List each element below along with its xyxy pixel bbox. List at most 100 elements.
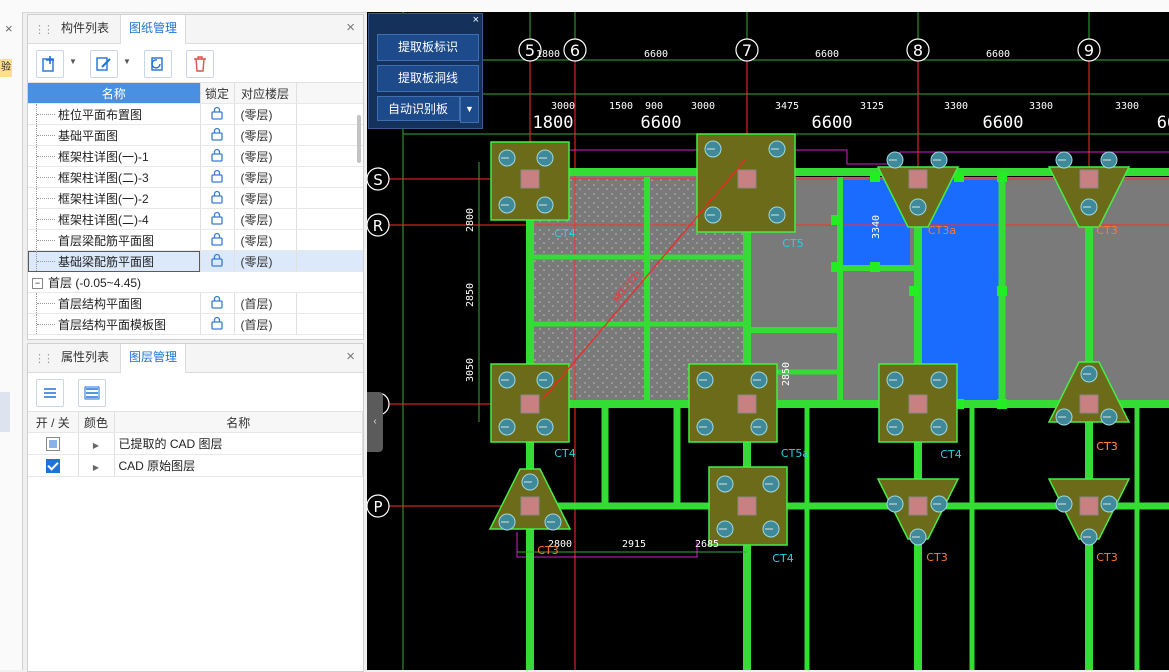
lock-icon[interactable] bbox=[210, 190, 224, 207]
close-icon[interactable]: × bbox=[346, 348, 355, 365]
lock-icon[interactable] bbox=[210, 316, 224, 333]
table-row[interactable]: 首层结构平面模板图 (首层) bbox=[28, 313, 363, 335]
cad-drawing[interactable]: WKL2(2)5 6 7 8 9SRP1800 6600 6600 66003000 1500 9… bbox=[367, 12, 1169, 670]
lock-icon[interactable] bbox=[210, 295, 224, 312]
drawing-name: 基础梁配筋平面图 bbox=[58, 254, 155, 269]
add-drawing-button[interactable] bbox=[36, 50, 64, 78]
collapse-panel-handle[interactable]: ‹ bbox=[367, 392, 383, 452]
close-icon[interactable]: × bbox=[473, 14, 479, 26]
cad-viewport[interactable]: WKL2(2) 5 6 7 8 9 S R P 1800 6600 6600 6600 3000 1500 9… bbox=[367, 12, 1169, 670]
table-row[interactable]: 框架柱详图(二)-3 (零层) bbox=[28, 166, 363, 188]
edit-drawing-button[interactable] bbox=[90, 50, 118, 78]
show-all-layers-button[interactable] bbox=[36, 379, 64, 407]
beam-node bbox=[909, 286, 919, 296]
drawing-name: 基础平面图 bbox=[58, 128, 119, 143]
layer-row[interactable]: ▶ CAD 原始图层 bbox=[28, 454, 363, 477]
drawing-floor: (零层) bbox=[234, 208, 297, 230]
chevron-down-icon[interactable]: ▼ bbox=[460, 96, 479, 123]
row-label: P bbox=[373, 498, 382, 516]
tab-drawing-management[interactable]: 图纸管理 bbox=[120, 15, 187, 44]
tree-group-row[interactable]: − 首层 (-0.05~4.45) bbox=[28, 271, 363, 293]
beam-node bbox=[997, 399, 1007, 409]
table-row[interactable]: 基础梁配筋平面图 (零层) bbox=[28, 250, 363, 272]
table-row[interactable]: 首层结构平面图 (首层) bbox=[28, 292, 363, 314]
group-label: 首层 (-0.05~4.45) bbox=[48, 275, 142, 290]
scrollbar[interactable] bbox=[357, 115, 361, 163]
drawing-floor: (首层) bbox=[234, 292, 297, 314]
table-row[interactable]: 框架柱详图(二)-4 (零层) bbox=[28, 208, 363, 230]
tab-layer-management[interactable]: 图层管理 bbox=[120, 344, 187, 373]
lock-icon[interactable] bbox=[210, 169, 224, 186]
dimension-text: 6600 bbox=[641, 113, 682, 133]
dimension-text: 6600 bbox=[812, 113, 853, 133]
dimension-text: 3000 bbox=[551, 101, 575, 112]
slab-recognition-toolbar: × 提取板标识 提取板洞线 自动识别板 ▼ bbox=[368, 13, 483, 129]
column bbox=[1079, 169, 1099, 189]
tab-property-list[interactable]: 属性列表 bbox=[53, 344, 117, 371]
dimension-text: 900 bbox=[645, 101, 663, 112]
grip-icon[interactable]: ⋮⋮ bbox=[34, 352, 54, 365]
add-drawing-icon bbox=[42, 56, 54, 72]
dimension-text: 6600 bbox=[986, 49, 1010, 60]
column bbox=[737, 496, 757, 516]
table-row[interactable]: 首层梁配筋平面图 (零层) bbox=[28, 229, 363, 251]
extract-slab-hole-button[interactable]: 提取板洞线 bbox=[377, 65, 479, 92]
trash-icon bbox=[194, 56, 206, 72]
column-name[interactable]: 名称 bbox=[28, 83, 201, 104]
lock-icon[interactable] bbox=[210, 232, 224, 249]
expand-icon[interactable]: ▶ bbox=[93, 441, 99, 450]
chevron-down-icon[interactable]: ▼ bbox=[69, 57, 77, 66]
cap-label: CT3 bbox=[537, 544, 558, 557]
drawing-floor: (零层) bbox=[234, 124, 297, 146]
delete-drawing-button[interactable] bbox=[186, 50, 214, 78]
dimension-text: 3300 bbox=[1115, 101, 1139, 112]
layer-toolbar bbox=[28, 373, 363, 412]
layer-row[interactable]: ▶ 已提取的 CAD 图层 bbox=[28, 432, 363, 455]
cap-label: CT3 bbox=[926, 551, 947, 564]
chevron-down-icon[interactable]: ▼ bbox=[123, 57, 131, 66]
left-tag[interactable]: 验 bbox=[0, 59, 12, 77]
cap-label: CT4 bbox=[554, 447, 575, 460]
dimension-text: 2850 bbox=[781, 362, 792, 386]
table-row[interactable]: 框架柱详图(一)-1 (零层) bbox=[28, 145, 363, 167]
drawing-name: 框架柱详图(二)-3 bbox=[58, 170, 149, 185]
extract-slab-label-button[interactable]: 提取板标识 bbox=[377, 34, 479, 61]
dimension-text: 3050 bbox=[465, 358, 476, 382]
grip-icon[interactable]: ⋮⋮ bbox=[34, 23, 54, 36]
hide-all-layers-button[interactable] bbox=[78, 379, 106, 407]
beam-node bbox=[831, 215, 841, 225]
drawing-name: 框架柱详图(一)-2 bbox=[58, 191, 149, 206]
replace-drawing-button[interactable] bbox=[144, 50, 172, 78]
column bbox=[1079, 496, 1099, 516]
table-row[interactable]: 基础平面图 (零层) bbox=[28, 124, 363, 146]
drawing-floor: (零层) bbox=[234, 103, 297, 125]
column-floor[interactable]: 对应楼层 bbox=[234, 83, 297, 104]
layer-toggle-checkbox[interactable] bbox=[45, 436, 60, 451]
column bbox=[908, 169, 928, 189]
column-on-off: 开 / 关 bbox=[28, 412, 79, 433]
drawing-name: 首层结构平面模板图 bbox=[58, 317, 167, 332]
left-panel-handle[interactable] bbox=[0, 392, 10, 432]
lock-icon[interactable] bbox=[210, 211, 224, 228]
close-icon[interactable]: × bbox=[346, 19, 355, 36]
drawing-floor: (零层) bbox=[234, 229, 297, 251]
dimension-text: 2850 bbox=[465, 283, 476, 307]
column-lock[interactable]: 锁定 bbox=[200, 83, 235, 104]
layer-name: CAD 原始图层 bbox=[114, 454, 363, 477]
cap-label: CT4 bbox=[940, 448, 961, 461]
column bbox=[737, 169, 757, 189]
lock-icon[interactable] bbox=[210, 106, 224, 123]
collapse-icon[interactable]: − bbox=[32, 277, 43, 289]
tab-component-list[interactable]: 构件列表 bbox=[53, 15, 117, 42]
lock-icon[interactable] bbox=[210, 127, 224, 144]
table-row[interactable]: 框架柱详图(一)-2 (零层) bbox=[28, 187, 363, 209]
auto-identify-slab-button[interactable]: 自动识别板 bbox=[377, 96, 460, 121]
lock-icon[interactable] bbox=[210, 148, 224, 165]
table-row[interactable]: 桩位平面布置图 (零层) bbox=[28, 103, 363, 125]
expand-icon[interactable]: ▶ bbox=[93, 463, 99, 472]
left-close-icon[interactable]: × bbox=[5, 21, 13, 36]
cap-label: CT5 bbox=[782, 237, 803, 250]
lock-icon[interactable] bbox=[210, 253, 224, 270]
dimension-text: 6600 bbox=[983, 113, 1024, 133]
layer-toggle-checkbox[interactable] bbox=[45, 458, 60, 473]
